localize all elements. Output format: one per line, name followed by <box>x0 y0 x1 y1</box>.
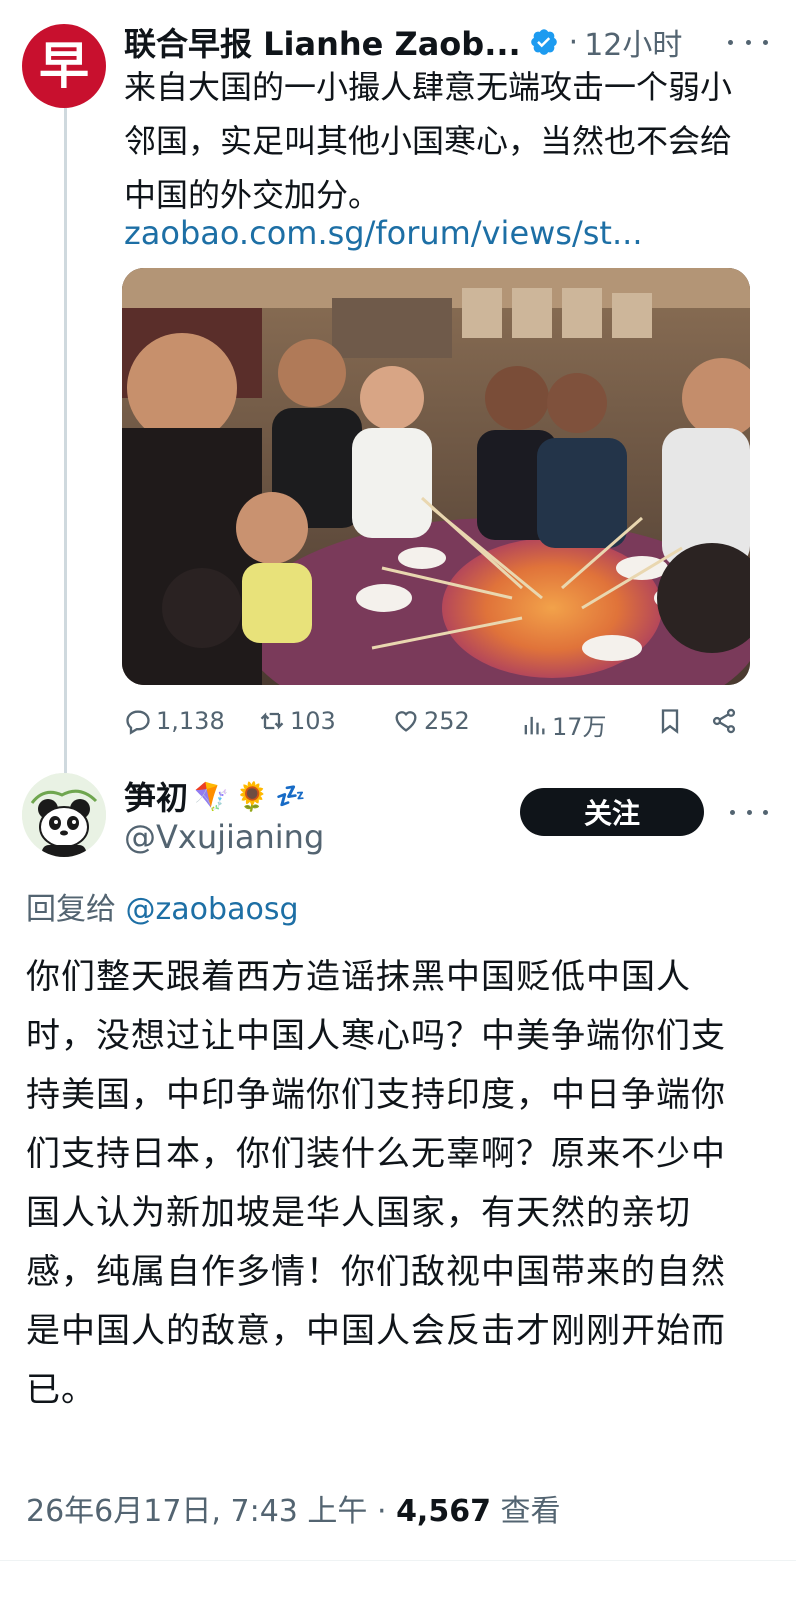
replying-to-line: 回复给 @zaobaosg <box>26 884 299 928</box>
more-options-icon[interactable] <box>730 800 768 824</box>
original-tweet-header: 联合早报 Lianhe Zaob... · 12小时 <box>124 20 682 64</box>
reply-author-handle[interactable]: @Vxujianing <box>124 818 324 856</box>
retweet-icon <box>260 712 284 730</box>
replying-to-mention[interactable]: @zaobaosg <box>126 892 299 927</box>
reply-tweet-text: 你们整天跟着西方造谣抹黑中国贬低中国人时，没想过让中国人寒心吗？中美争端你们支持… <box>26 957 726 1410</box>
views-button[interactable]: 17万 <box>520 707 607 742</box>
retweet-count: 103 <box>290 707 336 735</box>
tweet-photo[interactable] <box>122 268 750 685</box>
reply-view-label: 查看 <box>500 1494 561 1529</box>
replying-to-label: 回复给 <box>26 892 116 927</box>
follow-button[interactable]: 关注 <box>520 788 704 836</box>
verified-badge-icon <box>530 29 557 55</box>
like-button[interactable]: 252 <box>392 707 470 735</box>
tweet-time[interactable]: 12小时 <box>584 20 682 64</box>
bookmark-button[interactable] <box>656 707 688 735</box>
heart-icon <box>395 711 417 732</box>
zzz-emoji-icon: 💤 <box>275 782 306 810</box>
panda-icon <box>22 773 106 857</box>
photo-scene <box>122 268 750 685</box>
reply-timestamp[interactable]: 26年6月17日, 7:43 上午 <box>26 1494 367 1529</box>
header-separator: · <box>568 24 579 60</box>
reply-author-row: 笋初 🪁 🌻 💤 <box>124 772 306 820</box>
meta-separator: · <box>376 1494 387 1529</box>
panda-avatar[interactable] <box>22 773 106 857</box>
share-button[interactable] <box>710 707 742 735</box>
reply-author-name[interactable]: 笋初 <box>124 773 188 819</box>
more-options-icon[interactable] <box>728 30 768 54</box>
reply-button[interactable]: 1,138 <box>124 707 225 735</box>
views-chart-icon <box>524 716 545 734</box>
retweet-button[interactable]: 103 <box>258 707 336 735</box>
bookmark-icon <box>661 709 679 734</box>
thread-connector-line <box>64 108 67 773</box>
reply-view-count: 4,567 <box>396 1494 491 1529</box>
kite-emoji-icon: 🪁 <box>194 779 229 813</box>
zaobao-avatar[interactable]: 早 <box>22 24 106 108</box>
sunflower-emoji-icon: 🌻 <box>234 779 270 813</box>
original-author-name[interactable]: 联合早报 Lianhe Zaob... <box>124 19 521 65</box>
divider <box>0 1560 796 1561</box>
avatar-character: 早 <box>39 36 89 95</box>
original-tweet-text: 来自大国的一小撮人肆意无端攻击一个弱小邻国，实足叫其他小国寒心，当然也不会给中国… <box>124 68 733 214</box>
article-link[interactable]: zaobao.com.sg/forum/views/st... <box>124 206 642 260</box>
view-count: 17万 <box>552 713 607 741</box>
reply-icon <box>126 710 150 735</box>
like-count: 252 <box>424 707 470 735</box>
share-icon <box>712 708 736 734</box>
tweet-action-bar: 1,138 103 252 17万 <box>124 700 750 746</box>
reply-meta-line: 26年6月17日, 7:43 上午 · 4,567 查看 <box>26 1486 561 1530</box>
reply-count: 1,138 <box>156 707 225 735</box>
